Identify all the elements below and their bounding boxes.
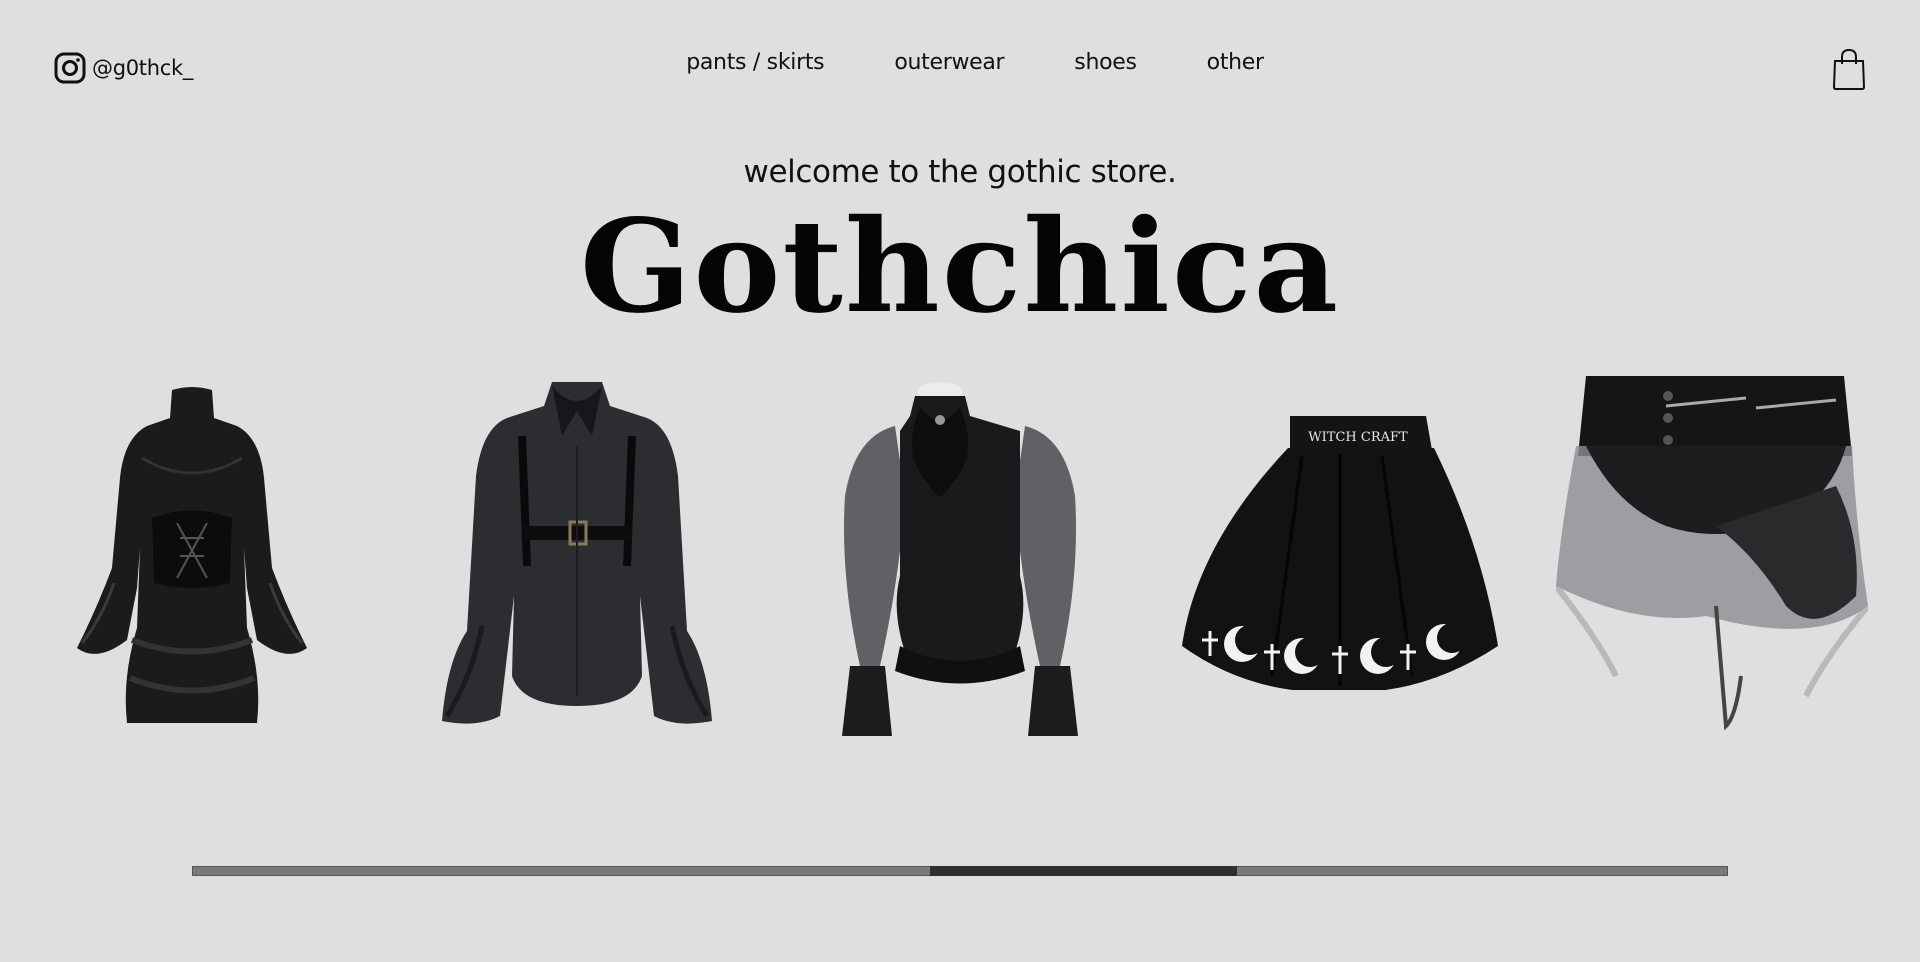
nav-outerwear[interactable]: outerwear <box>859 50 1039 75</box>
product-carousel: WITCH CRAFT <box>0 370 1920 750</box>
product-dress[interactable] <box>72 378 312 740</box>
product-witchcraft-skirt[interactable]: WITCH CRAFT <box>1182 416 1498 690</box>
witchcraft-skirt-image: WITCH CRAFT <box>1182 416 1498 690</box>
shopping-bag-icon[interactable] <box>1832 48 1866 90</box>
gothic-dress-image <box>77 387 307 723</box>
product-victorian-blouse[interactable] <box>820 376 1100 740</box>
tulle-skirt-image <box>1556 376 1868 731</box>
victorian-blouse-image <box>842 382 1078 736</box>
carousel-scrollbar-thumb[interactable] <box>930 866 1238 876</box>
page: @g0thck_ pants / skirts outerwear shoes … <box>0 0 1920 962</box>
nav-pants-skirts[interactable]: pants / skirts <box>651 50 859 75</box>
welcome-text: welcome to the gothic store. <box>743 154 1177 190</box>
brand-logo: Gothchica <box>579 192 1341 342</box>
product-blouse[interactable] <box>442 376 712 740</box>
product-tulle-skirt[interactable] <box>1556 376 1868 740</box>
gothic-blouse-image <box>442 382 712 724</box>
carousel-scrollbar[interactable] <box>192 866 1728 876</box>
skirt-print-text: WITCH CRAFT <box>1308 430 1408 445</box>
nav-shoes[interactable]: shoes <box>1039 50 1171 75</box>
main-nav: pants / skirts outerwear shoes other <box>0 50 1920 75</box>
nav-other[interactable]: other <box>1172 50 1299 75</box>
